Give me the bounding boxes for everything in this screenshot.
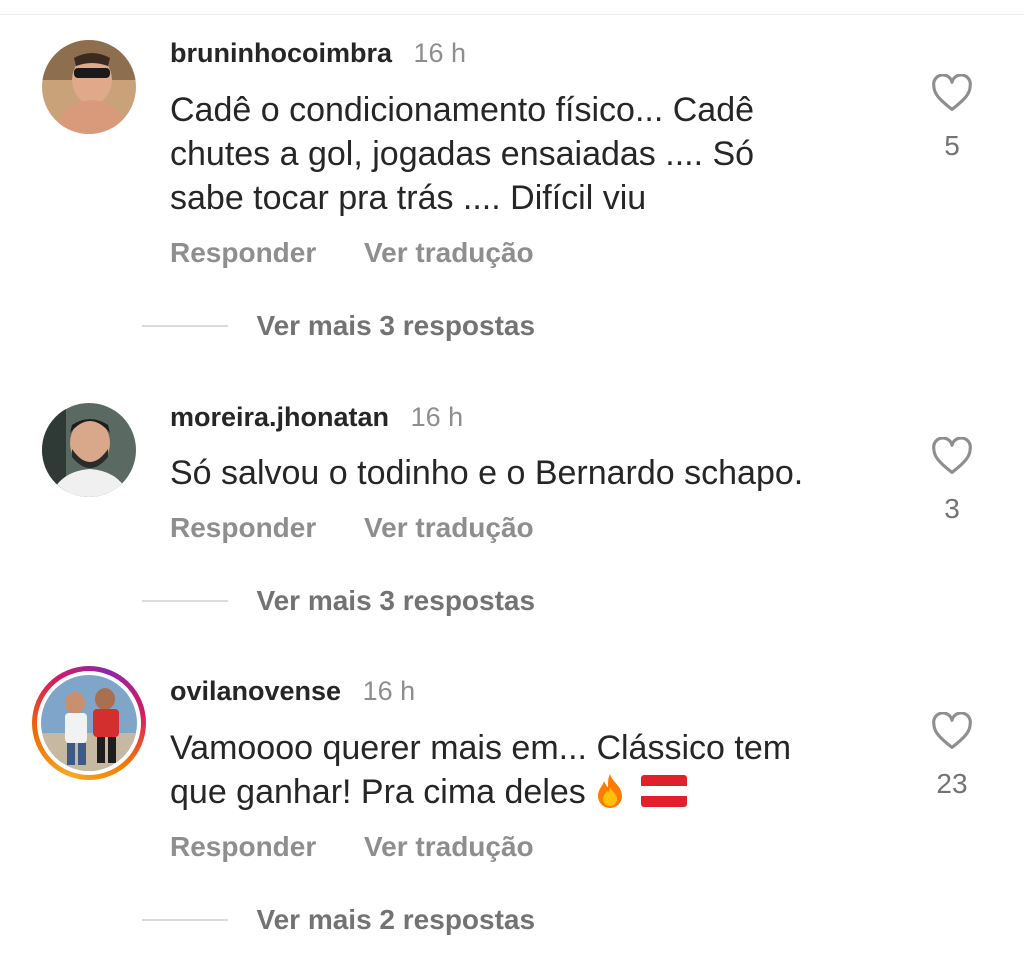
comment-text-line: sabe tocar pra trás .... Difícil viu: [170, 179, 647, 217]
reply-button[interactable]: Responder: [170, 237, 316, 268]
username[interactable]: moreira.jhonatan: [170, 402, 389, 432]
comment-item: moreira.jhonatan 16 h Só salvou o todinh…: [0, 365, 1024, 665]
austria-flag-emoji: [640, 775, 687, 807]
username[interactable]: bruninhocoimbra: [170, 38, 392, 68]
avatar: [41, 675, 137, 771]
view-more-replies[interactable]: Ver mais 3 respostas: [142, 310, 535, 342]
view-more-replies-label: Ver mais 3 respostas: [256, 585, 536, 616]
replies-divider: [142, 325, 228, 327]
translate-button[interactable]: Ver tradução: [364, 831, 534, 862]
comment-text: Cadê o condicionamento físico... Cadê ch…: [170, 88, 890, 220]
replies-divider: [142, 600, 228, 602]
like-count: 23: [936, 768, 968, 799]
fire-emoji: [598, 774, 623, 808]
timestamp: 16 h: [413, 38, 467, 68]
like-button[interactable]: 3: [920, 437, 984, 525]
avatar-image: [42, 403, 136, 497]
view-more-replies-label: Ver mais 2 respostas: [256, 904, 536, 935]
like-count: 3: [944, 493, 960, 524]
comment-meta: moreira.jhonatan 16 h: [170, 402, 463, 433]
comment-text: Só salvou o todinho e o Bernardo schapo.: [170, 451, 890, 495]
heart-outline-icon: [932, 712, 972, 749]
comment-text-line-with-emoji: que ganhar! Pra cima deles: [170, 770, 890, 814]
like-button[interactable]: 23: [920, 712, 984, 800]
avatar-image: [42, 40, 136, 134]
comment-item: bruninhocoimbra 16 h Cadê o condicioname…: [0, 0, 1024, 341]
reply-button[interactable]: Responder: [170, 512, 316, 543]
view-more-replies-label: Ver mais 3 respostas: [256, 310, 536, 341]
view-more-replies[interactable]: Ver mais 3 respostas: [142, 585, 535, 617]
comment-text-line: Só salvou o todinho e o Bernardo schapo.: [170, 454, 804, 492]
comment-text-line: Cadê o condicionamento físico... Cadê: [170, 91, 755, 129]
comment-actions: Responder Ver tradução: [170, 831, 534, 863]
comment-meta: ovilanovense 16 h: [170, 676, 415, 707]
comment-actions: Responder Ver tradução: [170, 512, 534, 544]
heart-outline-icon: [932, 437, 972, 474]
like-button[interactable]: 5: [920, 74, 984, 162]
replies-divider: [142, 919, 228, 921]
avatar[interactable]: [42, 40, 136, 134]
avatar-image: [41, 675, 137, 771]
translate-button[interactable]: Ver tradução: [364, 512, 534, 543]
avatar-story-ring[interactable]: [32, 666, 146, 780]
comment-text-line: que ganhar! Pra cima deles: [170, 773, 586, 811]
view-more-replies[interactable]: Ver mais 2 respostas: [142, 904, 535, 936]
timestamp: 16 h: [410, 402, 464, 432]
comment-item: ovilanovense 16 h Vamoooo querer mais em…: [0, 640, 1024, 940]
comment-actions: Responder Ver tradução: [170, 237, 534, 269]
username[interactable]: ovilanovense: [170, 676, 341, 706]
comment-text: Vamoooo querer mais em... Clássico tem q…: [170, 726, 890, 814]
avatar[interactable]: [42, 403, 136, 497]
heart-outline-icon: [932, 74, 972, 111]
comment-meta: bruninhocoimbra 16 h: [170, 38, 466, 69]
like-count: 5: [944, 130, 960, 161]
comment-text-line: chutes a gol, jogadas ensaiadas .... Só: [170, 135, 755, 173]
reply-button[interactable]: Responder: [170, 831, 316, 862]
translate-button[interactable]: Ver tradução: [364, 237, 534, 268]
timestamp: 16 h: [362, 676, 416, 706]
comment-text-line: Vamoooo querer mais em... Clássico tem: [170, 729, 792, 767]
